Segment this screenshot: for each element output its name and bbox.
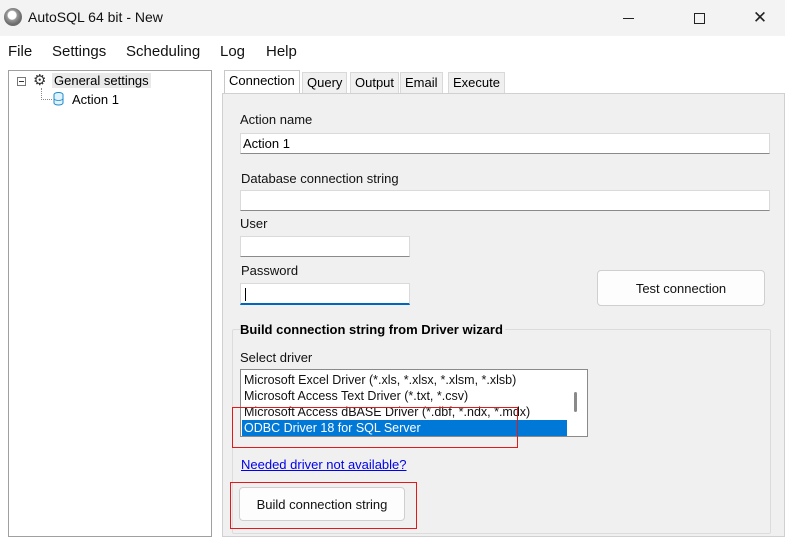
scrollbar-thumb[interactable] xyxy=(574,392,577,412)
driver-not-available-link[interactable]: Needed driver not available? xyxy=(241,457,407,472)
minimize-icon xyxy=(622,17,634,19)
tab-output[interactable]: Output xyxy=(350,72,400,93)
db-connection-label: Database connection string xyxy=(241,171,399,186)
menu-help[interactable]: Help xyxy=(266,43,297,60)
tree-item-general-settings[interactable]: General settings xyxy=(52,73,151,88)
action-name-input[interactable]: Action 1 xyxy=(240,133,770,154)
maximize-icon xyxy=(693,12,705,24)
password-label: Password xyxy=(241,263,299,278)
list-item[interactable]: Microsoft Access Text Driver (*.txt, *.c… xyxy=(242,388,567,404)
close-icon: ✕ xyxy=(752,8,768,27)
maximize-button[interactable] xyxy=(676,0,722,36)
tab-connection[interactable]: Connection xyxy=(224,70,300,93)
menu-scheduling[interactable]: Scheduling xyxy=(126,43,200,60)
text-caret xyxy=(245,288,246,301)
tab-email[interactable]: Email xyxy=(400,72,443,93)
menu-log[interactable]: Log xyxy=(220,43,245,60)
minimize-button[interactable] xyxy=(605,0,651,36)
action-name-label: Action name xyxy=(240,112,313,127)
close-button[interactable]: ✕ xyxy=(737,0,783,36)
user-label: User xyxy=(240,216,268,231)
list-item[interactable]: Microsoft Excel Driver (*.xls, *.xlsx, *… xyxy=(242,372,567,388)
tree-item-action-1[interactable]: Action 1 xyxy=(72,92,119,107)
password-input[interactable] xyxy=(240,283,410,305)
db-connection-input[interactable] xyxy=(240,190,770,211)
database-icon xyxy=(53,92,64,106)
collapse-toggle[interactable] xyxy=(17,77,26,86)
select-driver-label: Select driver xyxy=(240,350,313,365)
tab-query[interactable]: Query xyxy=(302,72,348,93)
highlight-box-driver xyxy=(232,407,518,448)
test-connection-button[interactable]: Test connection xyxy=(597,270,765,306)
tree-connector xyxy=(41,99,52,100)
highlight-box-build xyxy=(230,482,417,529)
app-icon xyxy=(4,8,22,26)
settings-tree[interactable] xyxy=(8,70,212,537)
menu-file[interactable]: File xyxy=(8,43,32,60)
menu-bar xyxy=(0,36,785,66)
gear-icon: ⚙ xyxy=(33,72,47,89)
window-title: AutoSQL 64 bit - New xyxy=(28,9,163,25)
menu-settings[interactable]: Settings xyxy=(52,43,106,60)
tab-execute[interactable]: Execute xyxy=(448,72,505,93)
driver-wizard-title: Build connection string from Driver wiza… xyxy=(240,322,505,337)
user-input[interactable] xyxy=(240,236,410,257)
